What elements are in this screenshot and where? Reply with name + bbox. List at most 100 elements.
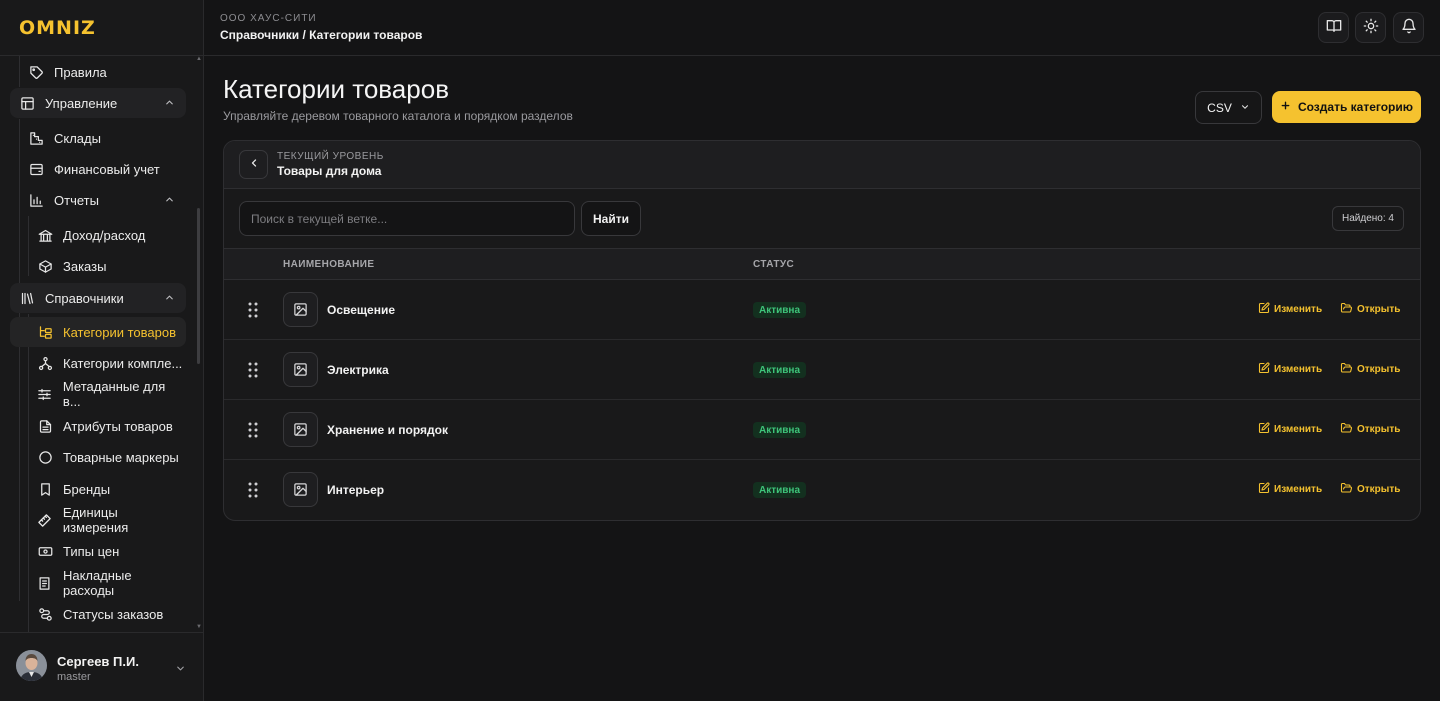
sidebar-scrollbar[interactable] (197, 208, 200, 364)
table-row[interactable]: Освещение Активна Изменить Открыть (224, 280, 1420, 340)
image-placeholder-icon (283, 352, 318, 387)
sidebar-item-label: Категории товаров (63, 324, 177, 340)
sidebar-item-label: Справочники (45, 290, 124, 306)
found-count-badge: Найдено: 4 (1332, 206, 1404, 231)
sidebar-item-label: Товарные маркеры (63, 449, 179, 465)
chevron-down-icon[interactable] (175, 662, 186, 677)
scroll-up-arrow-icon[interactable]: ▲ (196, 56, 202, 62)
sidebar-item-price-types[interactable]: Типы цен (10, 536, 186, 566)
open-label: Открыть (1357, 484, 1401, 495)
edit-label: Изменить (1274, 424, 1323, 435)
drag-handle-icon[interactable] (248, 302, 258, 321)
page-title: Категории товаров (223, 74, 450, 104)
table-row[interactable]: Электрика Активна Изменить Открыть (224, 340, 1420, 400)
sidebar-item-label: Доход/расход (63, 227, 146, 243)
create-category-button[interactable]: Создать категорию (1272, 91, 1421, 123)
table-row[interactable]: Интерьер Активна Изменить Открыть (224, 460, 1420, 520)
category-name: Освещение (327, 303, 395, 317)
edit-icon (1258, 302, 1270, 317)
app-logo[interactable]: OMNIZ (19, 17, 96, 39)
logo-text: OMNIZ (19, 17, 96, 39)
bell-icon (1401, 18, 1417, 37)
chevron-down-icon (1240, 101, 1250, 115)
sidebar-item-label: Категории компле... (63, 355, 183, 371)
table-row[interactable]: Хранение и порядок Активна Изменить Откр… (224, 400, 1420, 460)
edit-button[interactable]: Изменить (1258, 302, 1322, 317)
open-label: Открыть (1357, 424, 1401, 435)
sidebar-item-rules[interactable]: Правила (10, 57, 186, 87)
edit-button[interactable]: Изменить (1258, 362, 1322, 377)
open-button[interactable]: Открыть (1340, 482, 1400, 497)
sidebar-item-overhead[interactable]: Накладные расходы (10, 568, 186, 598)
sidebar-item-kit-categories[interactable]: Категории компле... (10, 348, 186, 378)
sun-icon (1363, 18, 1379, 37)
drag-handle-icon[interactable] (248, 422, 258, 441)
sidebar-item-label: Метаданные для в... (62, 379, 166, 409)
layout-icon (19, 95, 35, 111)
sidebar-item-label: Отчеты (54, 192, 99, 208)
bookmark-icon (37, 481, 53, 497)
sidebar-item-orders[interactable]: Заказы (10, 251, 186, 281)
sidebar-item-finance[interactable]: Финансовый учет (10, 154, 186, 184)
csv-label: CSV (1207, 100, 1232, 115)
sidebar-item-brands[interactable]: Бренды (10, 474, 186, 504)
sidebar-item-reports[interactable]: Отчеты (10, 185, 186, 215)
sidebar-group-management[interactable]: Управление (10, 88, 186, 118)
category-name: Интерьер (327, 483, 385, 497)
open-button[interactable]: Открыть (1340, 422, 1400, 437)
folder-tree-icon (37, 324, 53, 340)
notifications-button[interactable] (1393, 12, 1424, 43)
status-badge: Активна (753, 302, 807, 318)
breadcrumb: Справочники / Категории товаров (220, 28, 423, 42)
sidebar-item-label: Склады (54, 130, 101, 146)
folder-open-icon (1340, 362, 1353, 377)
sidebar-item-order-statuses[interactable]: Статусы заказов (10, 599, 186, 629)
status-badge: Активна (753, 482, 807, 498)
image-placeholder-icon (283, 292, 318, 327)
sidebar-item-product-markers[interactable]: Товарные маркеры (10, 442, 186, 472)
open-button[interactable]: Открыть (1340, 362, 1400, 377)
drag-handle-icon[interactable] (248, 362, 258, 381)
sidebar-item-warehouses[interactable]: Склады (10, 123, 186, 153)
edit-button[interactable]: Изменить (1258, 482, 1322, 497)
sidebar-item-units[interactable]: Единицы измерения (10, 505, 186, 535)
sidebar: OMNIZ Правила Управление Склады Финансов… (0, 0, 204, 701)
search-input[interactable] (239, 201, 575, 236)
bank-icon (37, 227, 53, 243)
back-button[interactable] (239, 150, 268, 179)
search-button[interactable]: Найти (581, 201, 641, 236)
edit-icon (1258, 362, 1270, 377)
open-button[interactable]: Открыть (1340, 302, 1400, 317)
drag-handle-icon[interactable] (248, 482, 258, 501)
sidebar-item-label: Типы цен (63, 543, 120, 559)
file-text-icon (37, 418, 53, 434)
theme-toggle-button[interactable] (1355, 12, 1386, 43)
status-badge: Активна (753, 362, 807, 378)
sidebar-group-references[interactable]: Справочники (10, 283, 186, 313)
edit-label: Изменить (1274, 484, 1323, 495)
edit-button[interactable]: Изменить (1258, 422, 1322, 437)
column-header-status[interactable]: СТАТУС (753, 259, 794, 270)
banknote-icon (37, 543, 53, 559)
wallet-icon (28, 161, 44, 177)
chevron-up-icon (164, 193, 175, 208)
sidebar-item-label: Единицы измерения (62, 505, 129, 535)
scroll-down-arrow-icon[interactable]: ▼ (196, 624, 202, 630)
sidebar-item-product-attributes[interactable]: Атрибуты товаров (10, 411, 186, 441)
sidebar-item-metadata[interactable]: Метаданные для в... (10, 379, 186, 409)
sidebar-item-income-expense[interactable]: Доход/расход (10, 220, 186, 250)
category-name: Хранение и порядок (327, 423, 448, 437)
category-name: Электрика (327, 363, 389, 377)
csv-export-button[interactable]: CSV (1195, 91, 1262, 124)
sidebar-nav: Правила Управление Склады Финансовый уче… (0, 56, 203, 632)
chevron-left-icon (248, 157, 260, 172)
sidebar-item-label: Правила (54, 64, 107, 80)
folder-open-icon (1340, 422, 1353, 437)
docs-button[interactable] (1318, 12, 1349, 43)
edit-label: Изменить (1274, 364, 1323, 375)
sidebar-item-label: Бренды (63, 481, 111, 497)
user-menu[interactable]: Сергеев П.И. master (0, 632, 203, 701)
create-category-label: Создать категорию (1297, 100, 1414, 114)
column-header-name[interactable]: НАИМЕНОВАНИЕ (283, 259, 374, 270)
sidebar-item-product-categories[interactable]: Категории товаров (10, 317, 186, 347)
